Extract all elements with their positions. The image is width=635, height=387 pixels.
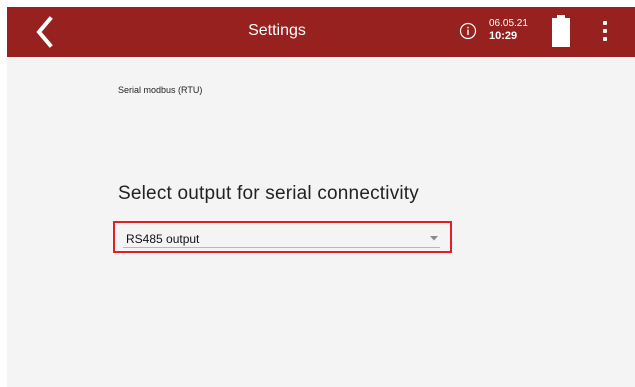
more-vertical-icon [603,21,607,25]
app-header: Settings 06.05.21 10:29 [7,7,635,57]
time-text: 10:29 [489,30,518,42]
more-vertical-icon [603,37,607,41]
section-label: Serial modbus (RTU) [118,85,203,95]
overflow-menu-button[interactable] [599,21,611,43]
info-icon [459,22,477,40]
info-button[interactable] [459,22,477,40]
back-button[interactable] [31,15,61,49]
settings-screen: Settings 06.05.21 10:29 Serial modbus (R… [7,7,635,387]
more-vertical-icon [603,29,607,33]
chevron-left-icon [36,16,53,48]
dropdown-arrow-icon [430,236,438,241]
output-select-value: RS485 output [126,232,200,246]
page-title: Settings [248,22,306,39]
output-heading: Select output for serial connectivity [118,183,419,204]
battery-icon [552,15,570,47]
output-select[interactable]: RS485 output [113,221,452,253]
battery-body [552,18,570,47]
datetime-display: 06.05.21 10:29 [489,18,539,42]
date-text: 06.05.21 [489,18,528,29]
select-underline [123,247,440,248]
